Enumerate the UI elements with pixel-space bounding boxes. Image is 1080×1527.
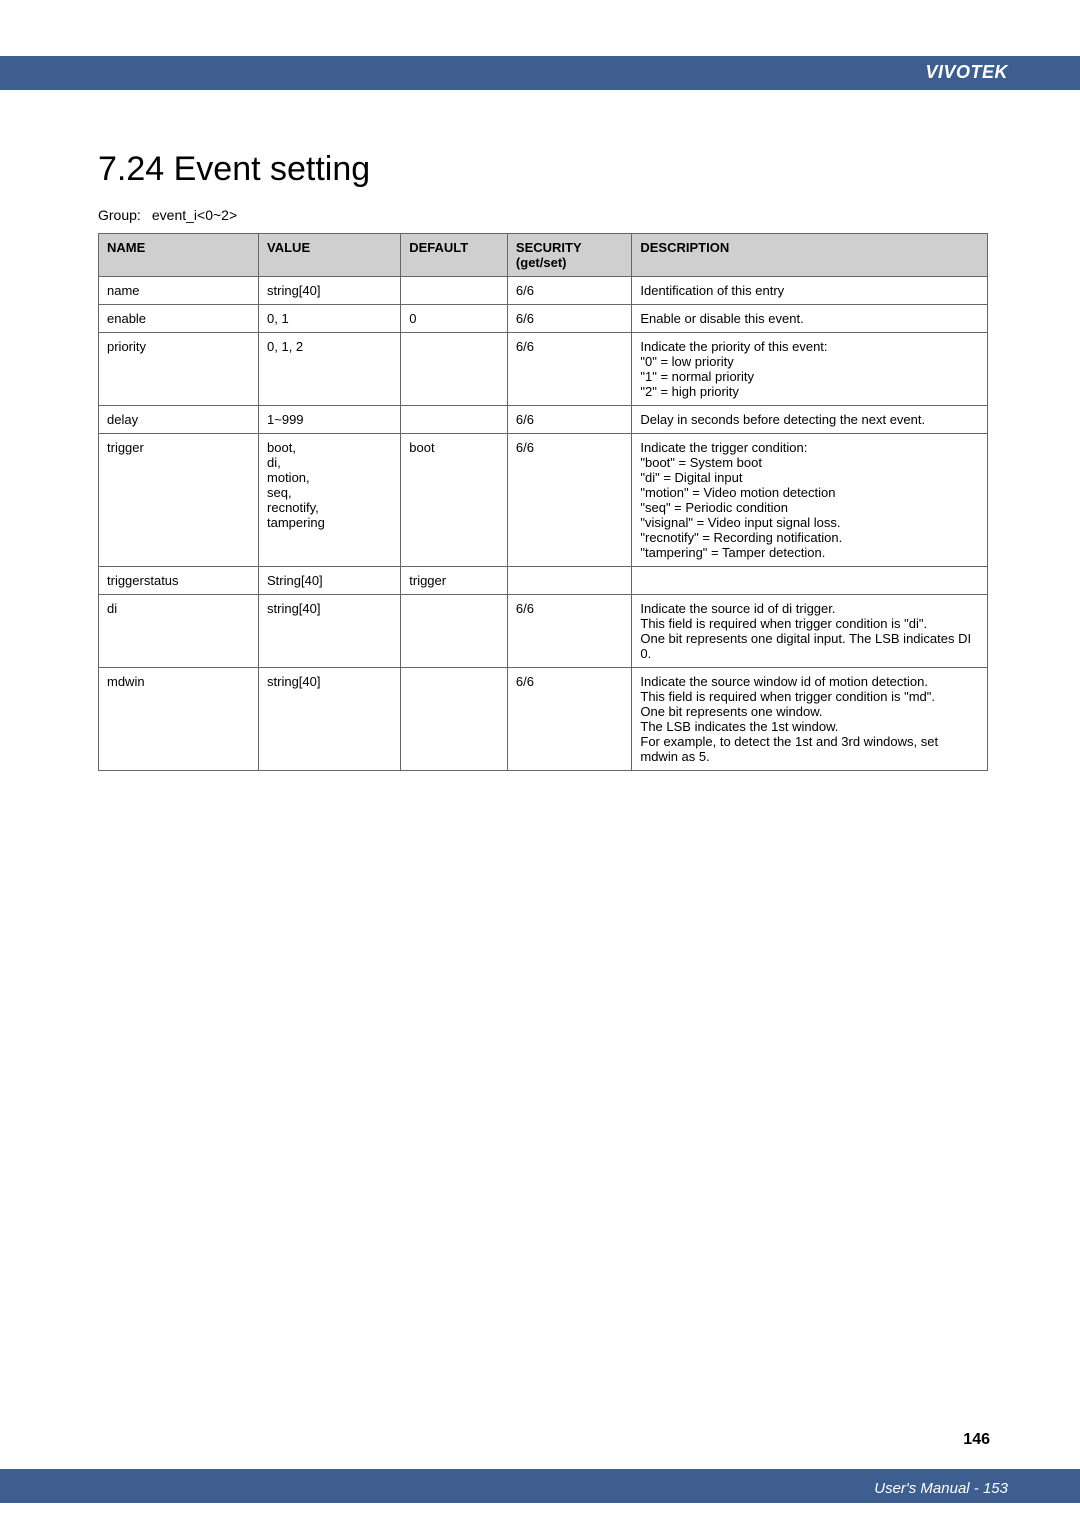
cell-description: Indicate the trigger condition: "boot" =… <box>632 434 988 567</box>
table-row: triggerboot, di, motion, seq, recnotify,… <box>99 434 988 567</box>
cell-security: 6/6 <box>507 668 631 771</box>
cell-security: 6/6 <box>507 595 631 668</box>
table-row: mdwinstring[40] 6/6Indicate the source wi… <box>99 668 988 771</box>
cell-security <box>507 567 631 595</box>
brand-label: VIVOTEK <box>925 62 1008 83</box>
group-label: Group: <box>98 207 148 223</box>
parameter-table: NAME VALUE DEFAULT SECURITY (get/set) DE… <box>98 233 988 771</box>
footer-text: User's Manual - 153 <box>874 1480 1008 1497</box>
cell-default <box>401 333 508 406</box>
cell-name: name <box>99 277 259 305</box>
col-default: DEFAULT <box>401 234 508 277</box>
col-security: SECURITY (get/set) <box>507 234 631 277</box>
table-row: enable0, 106/6Enable or disable this eve… <box>99 305 988 333</box>
header-bar <box>0 56 1080 90</box>
cell-description: Indicate the priority of this event: "0"… <box>632 333 988 406</box>
cell-name: priority <box>99 333 259 406</box>
cell-value: boot, di, motion, seq, recnotify, tamper… <box>259 434 401 567</box>
cell-value: 0, 1 <box>259 305 401 333</box>
main-content: 7.24 Event setting Group: event_i<0~2> N… <box>98 150 988 771</box>
cell-name: di <box>99 595 259 668</box>
cell-value: 1~999 <box>259 406 401 434</box>
section-title: 7.24 Event setting <box>98 150 988 189</box>
cell-name: triggerstatus <box>99 567 259 595</box>
cell-name: delay <box>99 406 259 434</box>
cell-description: Delay in seconds before detecting the ne… <box>632 406 988 434</box>
cell-name: mdwin <box>99 668 259 771</box>
cell-default <box>401 406 508 434</box>
table-row: triggerstatusString[40]trigger <box>99 567 988 595</box>
cell-security: 6/6 <box>507 333 631 406</box>
group-value: event_i<0~2> <box>152 207 237 223</box>
cell-default: boot <box>401 434 508 567</box>
col-value: VALUE <box>259 234 401 277</box>
group-line: Group: event_i<0~2> <box>98 207 988 223</box>
cell-default <box>401 595 508 668</box>
cell-name: trigger <box>99 434 259 567</box>
cell-description: Indicate the source id of di trigger. Th… <box>632 595 988 668</box>
cell-security: 6/6 <box>507 434 631 567</box>
cell-value: string[40] <box>259 595 401 668</box>
cell-value: 0, 1, 2 <box>259 333 401 406</box>
cell-security: 6/6 <box>507 305 631 333</box>
table-row: distring[40] 6/6Indicate the source id of… <box>99 595 988 668</box>
table-row: priority0, 1, 2 6/6Indicate the priority … <box>99 333 988 406</box>
cell-description <box>632 567 988 595</box>
cell-security: 6/6 <box>507 277 631 305</box>
cell-name: enable <box>99 305 259 333</box>
cell-default: 0 <box>401 305 508 333</box>
page-number: 146 <box>963 1431 990 1449</box>
cell-security: 6/6 <box>507 406 631 434</box>
col-description: DESCRIPTION <box>632 234 988 277</box>
cell-default: trigger <box>401 567 508 595</box>
cell-value: string[40] <box>259 277 401 305</box>
cell-default <box>401 668 508 771</box>
cell-value: String[40] <box>259 567 401 595</box>
cell-description: Identification of this entry <box>632 277 988 305</box>
table-row: namestring[40] 6/6Identification of this … <box>99 277 988 305</box>
table-header-row: NAME VALUE DEFAULT SECURITY (get/set) DE… <box>99 234 988 277</box>
table-row: delay1~999 6/6Delay in seconds before det… <box>99 406 988 434</box>
cell-value: string[40] <box>259 668 401 771</box>
col-name: NAME <box>99 234 259 277</box>
cell-default <box>401 277 508 305</box>
cell-description: Enable or disable this event. <box>632 305 988 333</box>
cell-description: Indicate the source window id of motion … <box>632 668 988 771</box>
